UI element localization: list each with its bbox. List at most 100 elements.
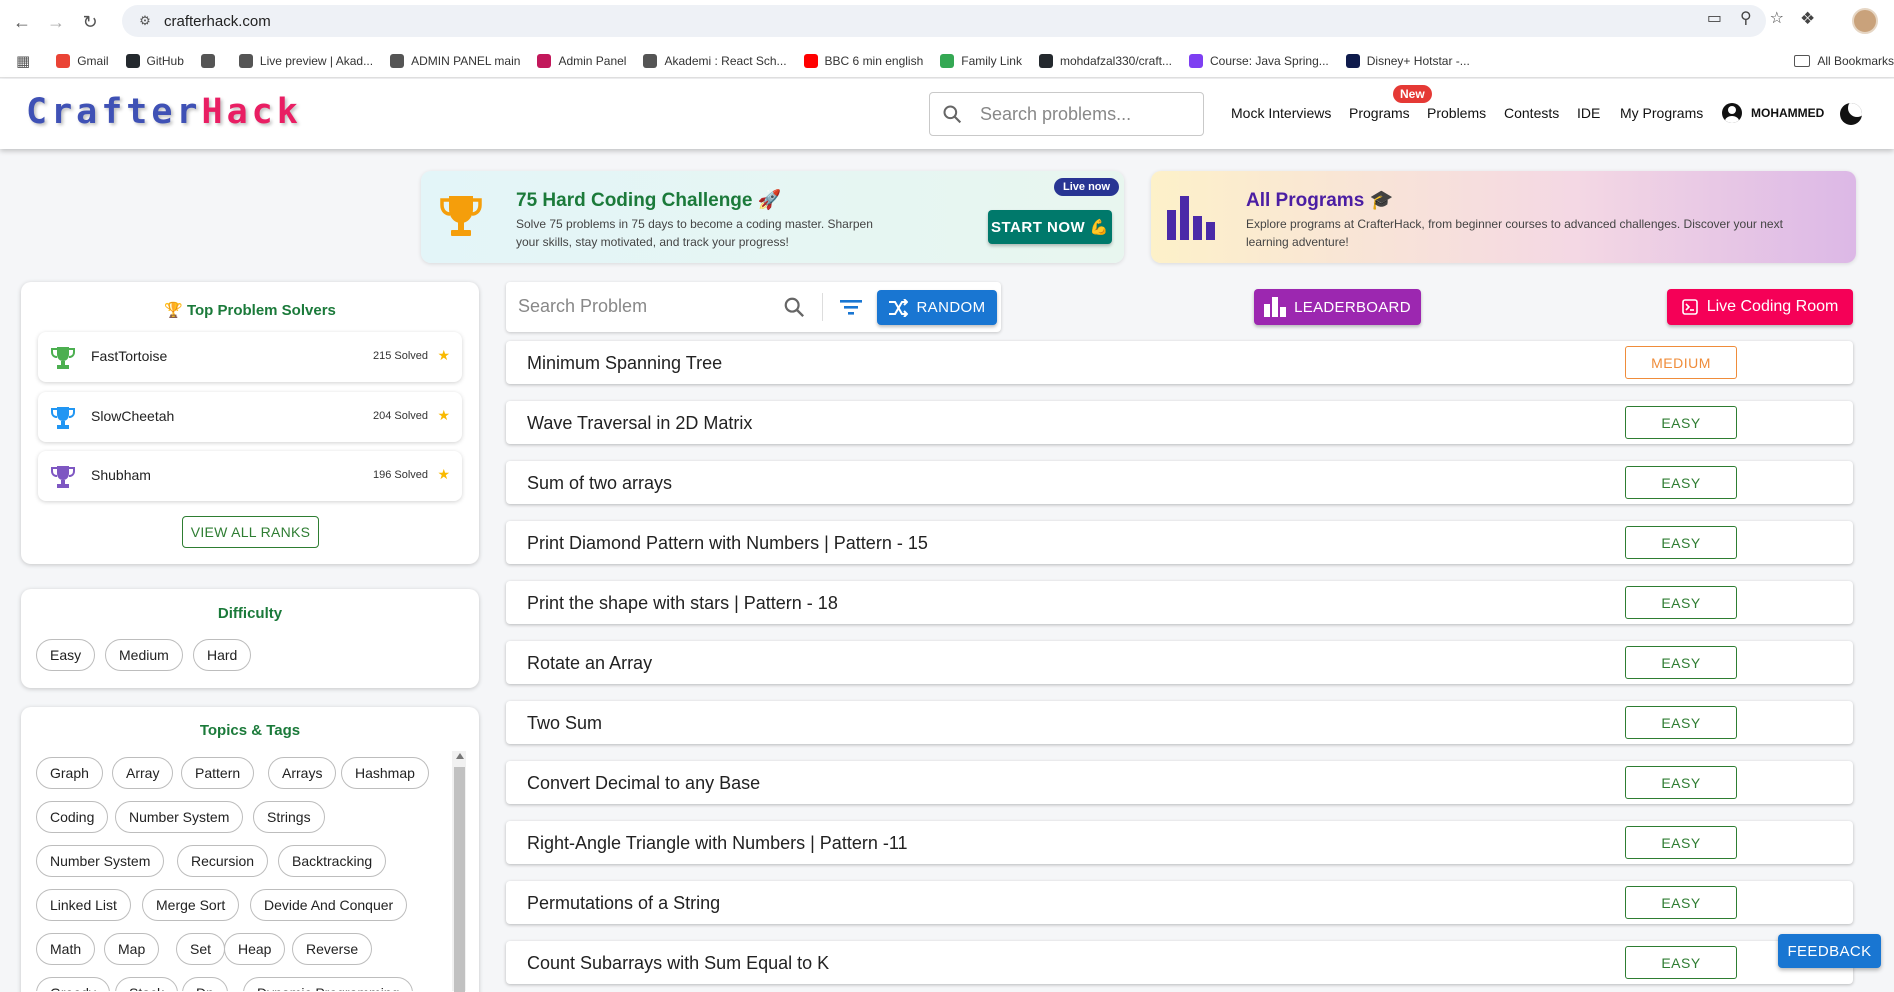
difficulty-badge[interactable]: EASY	[1625, 946, 1737, 979]
difficulty-badge[interactable]: EASY	[1625, 646, 1737, 679]
start-now-button[interactable]: START NOW 💪	[988, 210, 1112, 244]
difficulty-badge[interactable]: EASY	[1625, 586, 1737, 619]
topic-chip[interactable]: Strings	[253, 801, 325, 833]
topic-chip[interactable]: Heap	[224, 933, 286, 965]
bookmark-item[interactable]: Admin Panel	[537, 53, 626, 68]
install-app-icon[interactable]: ▭	[1707, 8, 1722, 28]
problem-title[interactable]: Convert Decimal to any Base	[527, 773, 760, 794]
problem-title[interactable]: Minimum Spanning Tree	[527, 353, 722, 374]
topic-chip[interactable]: Number System	[115, 801, 244, 833]
profile-avatar[interactable]	[1852, 8, 1878, 34]
topic-chip[interactable]: Recursion	[177, 845, 269, 877]
forward-icon[interactable]: →	[44, 10, 68, 34]
problem-title[interactable]: Print Diamond Pattern with Numbers | Pat…	[527, 533, 928, 554]
topic-chip[interactable]: Number System	[36, 845, 165, 877]
problem-row[interactable]: Minimum Spanning Tree MEDIUM	[506, 341, 1853, 384]
bookmark-item[interactable]: BBC 6 min english	[803, 53, 923, 68]
topic-chip[interactable]: Array	[112, 757, 174, 789]
bookmark-item[interactable]: Family Link	[940, 53, 1022, 68]
difficulty-badge[interactable]: EASY	[1625, 766, 1737, 799]
problem-search-input[interactable]	[518, 296, 758, 317]
header-search-input[interactable]	[980, 103, 1190, 125]
problem-row[interactable]: Right-Angle Triangle with Numbers | Patt…	[506, 821, 1853, 864]
all-bookmarks[interactable]: All Bookmarks	[1794, 44, 1894, 78]
site-logo[interactable]: CrafterHack	[26, 92, 302, 132]
topic-chip[interactable]: Pattern	[181, 757, 255, 789]
search-icon[interactable]	[783, 296, 805, 318]
problem-title[interactable]: Two Sum	[527, 713, 602, 734]
problem-row[interactable]: Rotate an Array EASY	[506, 641, 1853, 684]
difficulty-badge[interactable]: MEDIUM	[1625, 346, 1737, 379]
apps-grid-icon[interactable]: ▦	[16, 52, 30, 70]
bookmark-item[interactable]: Gmail	[56, 53, 109, 68]
feedback-button[interactable]: FEEDBACK	[1778, 934, 1881, 968]
topic-chip[interactable]: Reverse	[292, 933, 373, 965]
problem-title[interactable]: Print the shape with stars | Pattern - 1…	[527, 593, 838, 614]
extensions-icon[interactable]: ❖	[1800, 9, 1815, 29]
nav-my-programs[interactable]: My Programs	[1620, 105, 1703, 121]
problem-row[interactable]: Convert Decimal to any Base EASY	[506, 761, 1853, 804]
topic-chip[interactable]: Set	[176, 933, 226, 965]
programs-banner[interactable]: All Programs 🎓 Explore programs at Craft…	[1151, 171, 1856, 263]
bookmark-item[interactable]: mohdafzal330/craft...	[1038, 53, 1172, 68]
problem-row[interactable]: Count Subarrays with Sum Equal to K EASY	[506, 941, 1853, 984]
problem-title[interactable]: Rotate an Array	[527, 653, 652, 674]
back-icon[interactable]: ←	[10, 10, 34, 34]
problem-title[interactable]: Sum of two arrays	[527, 473, 672, 494]
difficulty-badge[interactable]: EASY	[1625, 706, 1737, 739]
nav-ide[interactable]: IDE	[1577, 105, 1600, 121]
bookmark-item[interactable]	[200, 53, 222, 68]
bookmark-star-icon[interactable]: ☆	[1770, 8, 1784, 28]
difficulty-badge[interactable]: EASY	[1625, 826, 1737, 859]
solver-row[interactable]: SlowCheetah 204 Solved ★	[38, 391, 462, 442]
scroll-up-arrow-icon[interactable]	[456, 753, 464, 759]
random-button[interactable]: RANDOM	[877, 290, 997, 325]
bookmark-item[interactable]: GitHub	[125, 53, 184, 68]
user-menu[interactable]: MOHAMMED	[1722, 103, 1824, 123]
topic-chip[interactable]: Dynamic Programming	[243, 977, 414, 991]
solver-row[interactable]: Shubham 196 Solved ★	[38, 451, 462, 501]
problem-title[interactable]: Right-Angle Triangle with Numbers | Patt…	[527, 833, 908, 854]
problem-title[interactable]: Count Subarrays with Sum Equal to K	[527, 953, 829, 974]
topic-chip[interactable]: Backtracking	[278, 845, 387, 877]
difficulty-badge[interactable]: EASY	[1625, 526, 1737, 559]
topic-chip[interactable]: Math	[36, 933, 96, 965]
topic-chip[interactable]: Dp	[182, 977, 228, 991]
topic-chip[interactable]: Devide And Conquer	[250, 889, 408, 921]
view-all-ranks-button[interactable]: VIEW ALL RANKS	[182, 516, 319, 548]
problem-row[interactable]: Sum of two arrays EASY	[506, 461, 1853, 504]
leaderboard-button[interactable]: LEADERBOARD	[1254, 289, 1421, 325]
dark-mode-toggle-icon[interactable]	[1840, 103, 1862, 125]
nav-problems[interactable]: Problems	[1427, 105, 1486, 121]
bookmark-item[interactable]: Course: Java Spring...	[1189, 53, 1329, 68]
site-info-icon[interactable]: ⚙	[136, 12, 154, 30]
topic-chip[interactable]: Linked List	[36, 889, 131, 921]
topics-scrollbar-thumb[interactable]	[454, 767, 465, 992]
topic-chip[interactable]: Hashmap	[341, 757, 429, 789]
difficulty-badge[interactable]: EASY	[1625, 886, 1737, 919]
difficulty-chip[interactable]: Easy	[36, 639, 96, 671]
problem-row[interactable]: Print the shape with stars | Pattern - 1…	[506, 581, 1853, 624]
topic-chip[interactable]: Coding	[36, 801, 109, 833]
header-search[interactable]	[929, 92, 1204, 136]
problem-row[interactable]: Wave Traversal in 2D Matrix EASY	[506, 401, 1853, 444]
topic-chip[interactable]: Stack	[115, 977, 179, 991]
address-bar[interactable]: ⚙ crafterhack.com	[122, 5, 1766, 37]
solver-row[interactable]: FastTortoise 215 Solved ★	[38, 332, 462, 382]
topic-chip[interactable]: Arrays	[268, 757, 337, 789]
problem-title[interactable]: Wave Traversal in 2D Matrix	[527, 413, 752, 434]
topic-chip[interactable]: Greedy	[36, 977, 110, 991]
topic-chip[interactable]: Map	[104, 933, 160, 965]
nav-contests[interactable]: Contests	[1504, 105, 1559, 121]
problem-row[interactable]: Permutations of a String EASY	[506, 881, 1853, 924]
topic-chip[interactable]: Merge Sort	[142, 889, 240, 921]
difficulty-badge[interactable]: EASY	[1625, 406, 1737, 439]
bookmark-item[interactable]: Live preview | Akad...	[238, 53, 373, 68]
difficulty-badge[interactable]: EASY	[1625, 466, 1737, 499]
nav-programs[interactable]: Programs	[1349, 105, 1410, 121]
topic-chip[interactable]: Graph	[36, 757, 103, 789]
bookmark-item[interactable]: ADMIN PANEL main	[390, 53, 520, 68]
live-coding-room-button[interactable]: Live Coding Room	[1667, 289, 1853, 325]
problem-title[interactable]: Permutations of a String	[527, 893, 720, 914]
difficulty-chip[interactable]: Medium	[105, 639, 183, 671]
